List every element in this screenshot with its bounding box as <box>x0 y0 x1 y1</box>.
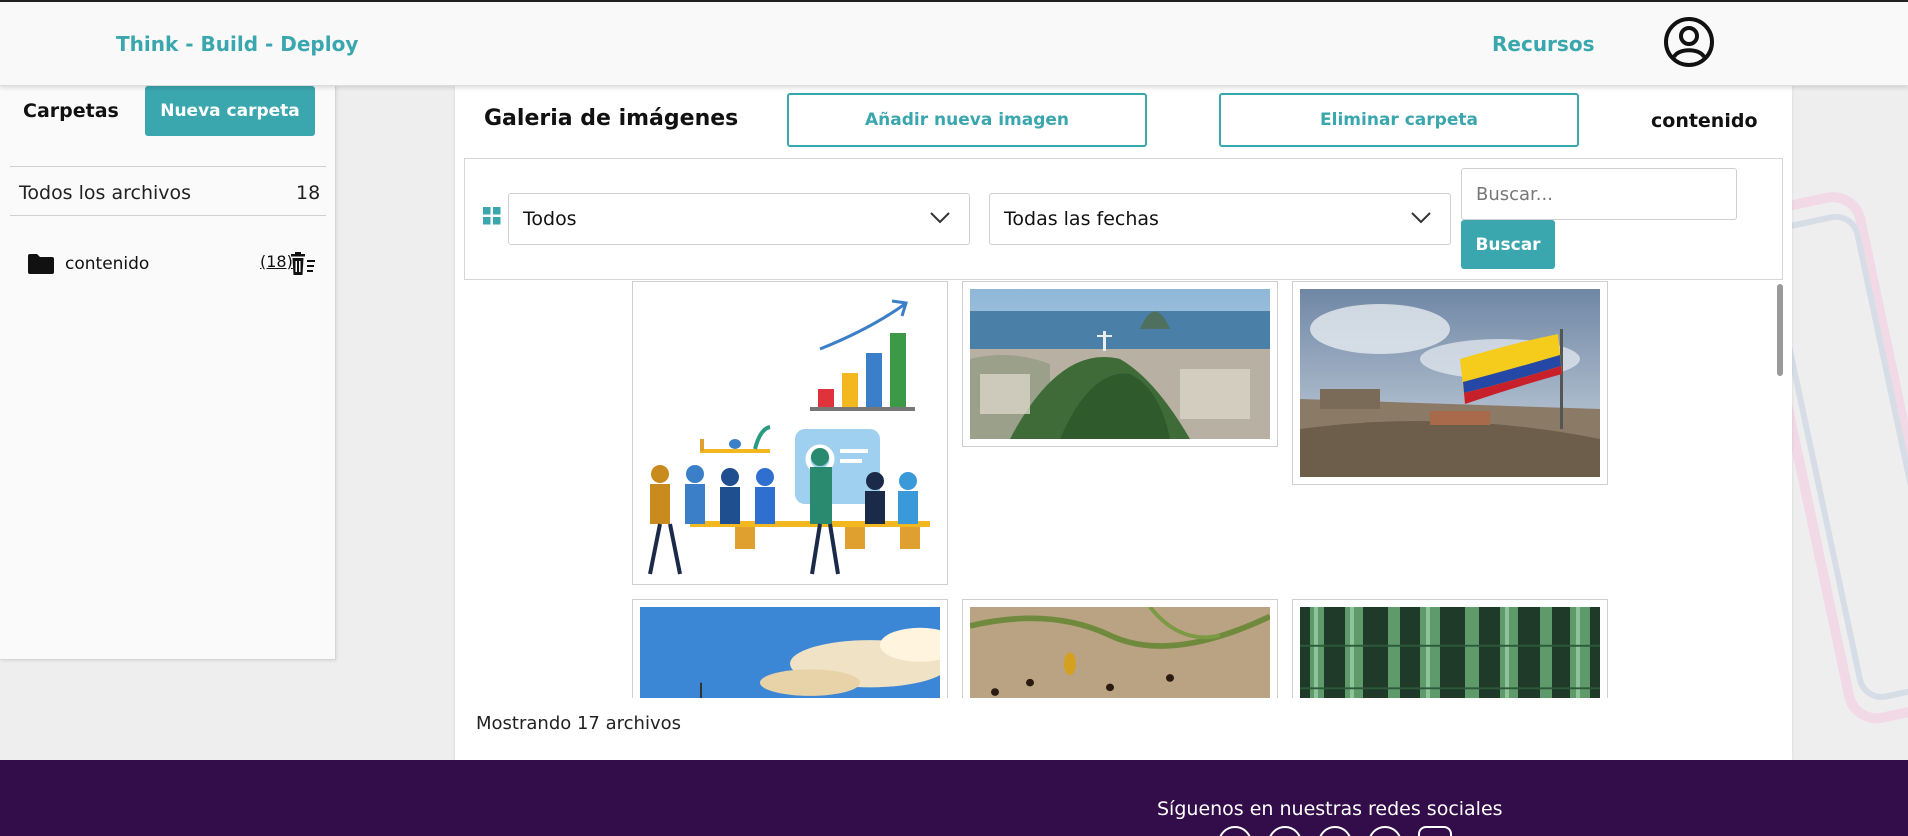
folder-icon <box>28 254 54 274</box>
results-count-text: Mostrando 17 archivos <box>476 713 681 734</box>
divider <box>10 215 326 216</box>
sky-landscape-photo <box>640 607 940 698</box>
twitter-icon[interactable] <box>1268 826 1302 836</box>
image-grid <box>464 281 1783 698</box>
colombia-flag-photo <box>1300 289 1600 477</box>
footer: Síguenos en nuestras redes sociales <box>0 760 1908 836</box>
sidebar-title: Carpetas <box>23 100 119 122</box>
new-folder-button[interactable]: Nueva carpeta <box>145 86 315 136</box>
folder-item-contenido[interactable]: contenido (18) <box>28 252 320 282</box>
folder-name: contenido <box>65 254 150 274</box>
search-input[interactable] <box>1461 168 1737 220</box>
youtube-icon[interactable] <box>1368 826 1402 836</box>
divider <box>10 166 326 167</box>
rio-de-janeiro-photo <box>970 289 1270 439</box>
search-button[interactable]: Buscar <box>1461 220 1555 269</box>
image-thumbnail[interactable] <box>1292 599 1608 698</box>
folder-count: (18) <box>260 252 293 271</box>
folders-sidebar: Carpetas Nueva carpeta Todos los archivo… <box>0 86 336 660</box>
facebook-icon[interactable] <box>1218 826 1252 836</box>
type-filter-value: Todos <box>523 208 577 230</box>
bamboo-forest-photo <box>1300 607 1600 698</box>
all-files-link[interactable]: Todos los archivos <box>19 182 191 204</box>
delete-folder-button[interactable]: Eliminar carpeta <box>1219 93 1579 147</box>
date-filter-select[interactable]: Todas las fechas <box>989 193 1451 245</box>
current-folder-label: contenido <box>1651 110 1758 132</box>
instagram-icon[interactable] <box>1418 826 1452 836</box>
user-avatar-icon[interactable] <box>1663 16 1715 68</box>
image-thumbnail[interactable] <box>962 281 1278 447</box>
social-media-title: Síguenos en nuestras redes sociales <box>1157 798 1503 820</box>
ants-on-soil-photo <box>970 607 1270 698</box>
grid-view-icon[interactable] <box>483 207 501 225</box>
linkedin-icon[interactable] <box>1318 826 1352 836</box>
date-filter-value: Todas las fechas <box>1004 208 1159 230</box>
image-thumbnail[interactable] <box>632 599 948 698</box>
gallery-scrollbar-thumb[interactable] <box>1777 284 1783 376</box>
delete-folder-trash-icon[interactable] <box>290 252 316 276</box>
image-thumbnail[interactable] <box>632 281 948 585</box>
brand-logo-text[interactable]: Think - Build - Deploy <box>116 32 358 56</box>
add-image-button[interactable]: Añadir nueva imagen <box>787 93 1147 147</box>
team-meeting-illustration <box>640 289 940 577</box>
nav-link-recursos[interactable]: Recursos <box>1492 32 1594 56</box>
type-filter-select[interactable]: Todos <box>508 193 970 245</box>
image-thumbnail[interactable] <box>1292 281 1608 485</box>
all-files-count: 18 <box>296 182 321 204</box>
gallery-panel: Galeria de imágenes Añadir nueva imagen … <box>455 86 1792 760</box>
chevron-down-icon <box>1411 212 1431 224</box>
chevron-down-icon <box>930 212 950 224</box>
decorative-background-shape <box>1780 192 1908 724</box>
filter-toolbar: Todos Todas las fechas Buscar <box>464 158 1783 280</box>
image-thumbnail[interactable] <box>962 599 1278 698</box>
page-title: Galeria de imágenes <box>484 106 739 131</box>
top-navbar: Think - Build - Deploy Recursos <box>0 2 1908 86</box>
